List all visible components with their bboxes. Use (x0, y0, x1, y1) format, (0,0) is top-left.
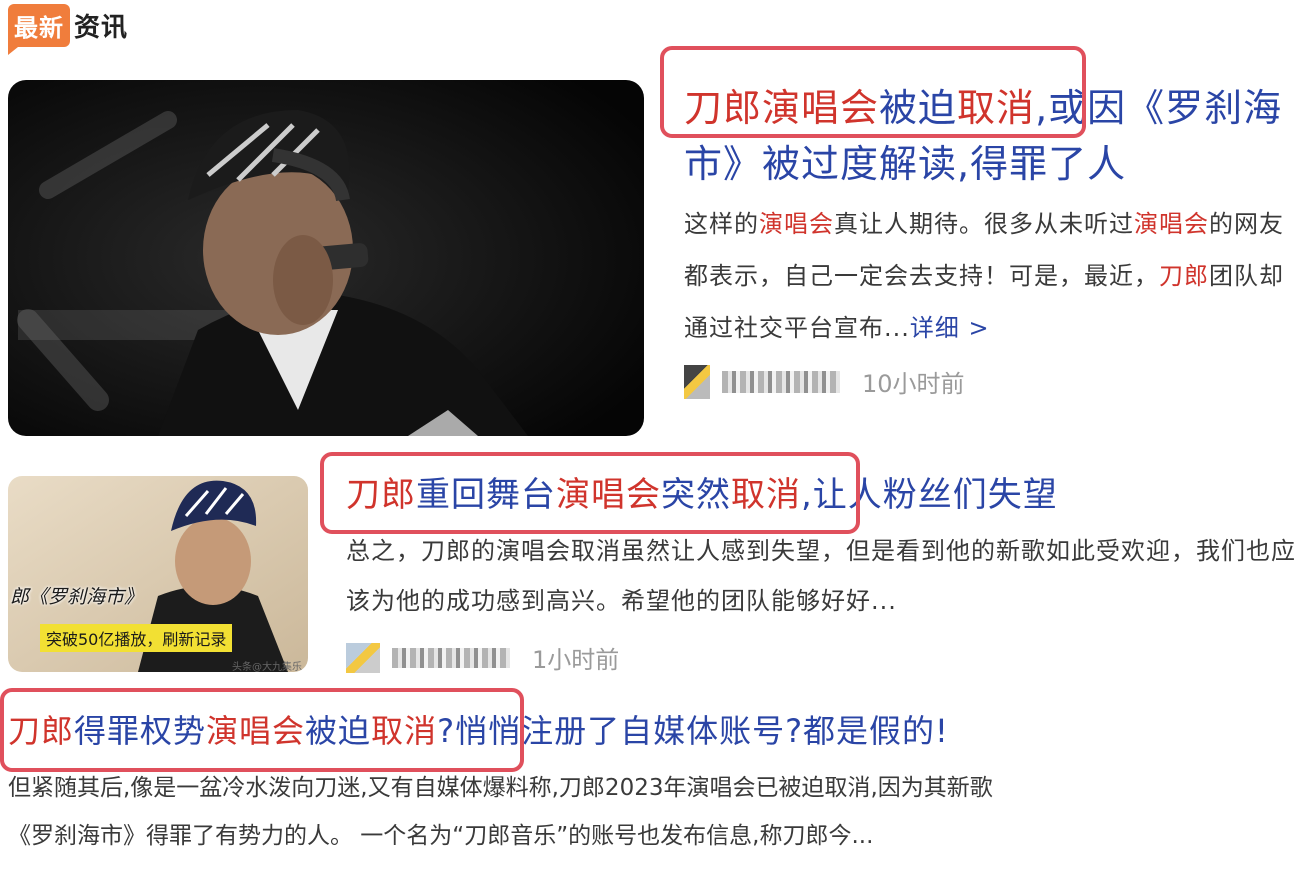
title-segment: 演唱会 (206, 712, 306, 750)
title-segment: 取消 (731, 475, 801, 515)
desc-segment: 真让人期待。很多从未听过 (834, 210, 1134, 238)
title-segment: 演唱会 (762, 86, 880, 130)
title-segment: 取消 (957, 86, 1036, 130)
title-segment: ?悄悄注册了自媒体账号?都是假的! (437, 712, 949, 750)
article-3-title[interactable]: 刀郎得罪权势演唱会被迫取消?悄悄注册了自媒体账号?都是假的! (8, 704, 1308, 758)
article-1-title[interactable]: 刀郎演唱会被迫取消,或因《罗刹海市》被过度解读,得罪了人 (684, 80, 1294, 192)
latest-badge: 最新 (8, 3, 70, 55)
title-segment: 被迫 (305, 712, 372, 750)
title-segment: 被迫 (879, 86, 958, 130)
title-segment: 演唱会 (556, 475, 661, 515)
article-1-thumbnail[interactable] (8, 80, 644, 436)
desc-segment: 演唱会 (1134, 210, 1209, 238)
desc-segment: 刀郎 (1159, 262, 1209, 290)
section-title: 资讯 (74, 12, 129, 43)
article-1-desc: 这样的演唱会真让人期待。很多从未听过演唱会的网友都表示，自己一定会去支持！可是，… (684, 198, 1294, 354)
thumbnail-watermark: 头条@大九集乐 (232, 662, 302, 673)
article-1-more-link[interactable]: 详细 > (910, 314, 990, 342)
title-segment: 刀郎 (346, 475, 416, 515)
title-segment: 突然 (661, 475, 731, 515)
article-2-meta: 1小时前 (346, 640, 619, 675)
title-segment: 得罪权势 (74, 712, 207, 750)
article-3-desc-line1: 但紧随其后,像是一盆冷水泼向刀迷,又有自媒体爆料称,刀郎2023年演唱会已被迫取… (8, 775, 993, 801)
title-segment: 刀郎 (8, 712, 75, 750)
thumbnail-caption-title: 郎《罗刹海市》 (10, 586, 144, 608)
thumbnail-caption-subtitle: 突破50亿播放，刷新记录 (40, 624, 233, 652)
title-segment: 重回舞台 (416, 475, 556, 515)
source-name-blurred (392, 647, 510, 668)
article-1-meta: 10小时前 (684, 364, 965, 399)
title-segment: 刀郎 (684, 86, 763, 130)
article-2-desc: 总之，刀郎的演唱会取消虽然让人感到失望，但是看到他的新歌如此受欢迎，我们也应该为… (346, 537, 1296, 615)
article-3-desc-line2: 《罗刹海市》得罪了有势力的人。 一个名为“刀郎音乐”的账号也发布信息,称刀郎今.… (8, 823, 874, 849)
source-avatar (684, 364, 710, 399)
article-2-title[interactable]: 刀郎重回舞台演唱会突然取消,让人粉丝们失望 (346, 468, 1306, 522)
source-avatar (346, 642, 380, 673)
title-segment: ,让人粉丝们失望 (801, 475, 1058, 515)
article-1-time: 10小时前 (862, 370, 965, 398)
source-name-blurred (722, 370, 840, 393)
section-header: 最新 资讯 (8, 2, 129, 55)
title-segment: 取消 (371, 712, 438, 750)
article-2-time: 1小时前 (532, 646, 620, 674)
desc-segment: 演唱会 (759, 210, 834, 238)
desc-segment: 这样的 (684, 210, 759, 238)
